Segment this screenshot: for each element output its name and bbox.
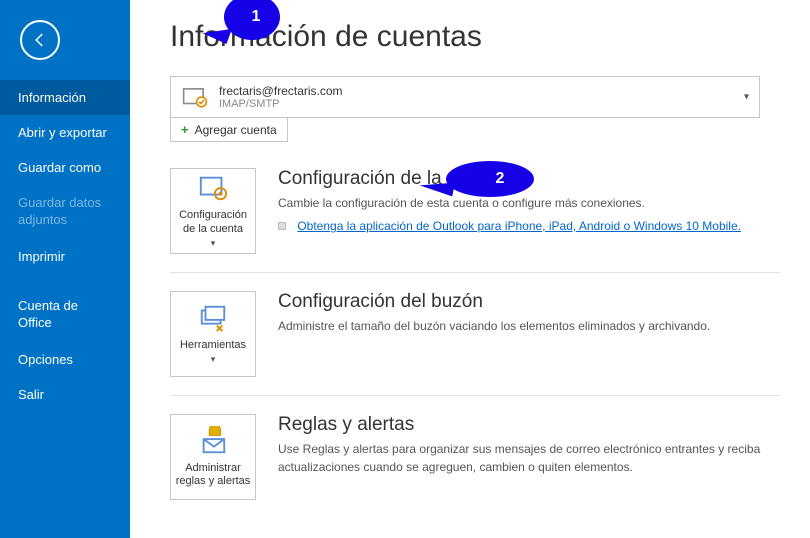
rules-alerts-icon [198,426,228,456]
plus-icon: + [181,122,189,137]
section-description: Use Reglas y alertas para organizar sus … [278,440,780,476]
sidebar-item-abrir-exportar[interactable]: Abrir y exportar [0,115,130,150]
section-description: Cambie la configuración de esta cuenta o… [278,194,780,212]
tile-label: Administrar reglas y alertas [175,462,251,488]
arrow-left-icon [31,31,49,49]
tile-reglas-alertas[interactable]: Administrar reglas y alertas [170,414,256,500]
account-icon [181,83,209,111]
sidebar-item-salir[interactable]: Salir [0,377,130,412]
chevron-down-icon: ▾ [211,354,216,365]
section-title: Reglas y alertas [278,414,780,436]
sidebar-item-guardar-datos-adjuntos: Guardar datos adjuntos [0,185,130,239]
account-protocol: IMAP/SMTP [219,98,343,110]
tile-label: Configuración de la cuenta [175,209,251,235]
chevron-down-icon: ▾ [211,238,216,249]
tile-label: Herramientas [180,339,246,352]
account-selector[interactable]: frectaris@frectaris.com IMAP/SMTP ▾ [170,76,760,118]
sidebar-item-imprimir[interactable]: Imprimir [0,239,130,274]
chevron-down-icon: ▾ [744,92,749,103]
tools-icon [198,303,228,333]
sidebar-item-opciones[interactable]: Opciones [0,342,130,377]
backstage-sidebar: Información Abrir y exportar Guardar com… [0,0,130,538]
sidebar-item-guardar-como[interactable]: Guardar como [0,150,130,185]
section-mailbox-config: Herramientas ▾ Configuración del buzón A… [170,272,780,377]
section-account-config: Configuración de la cuenta ▾ Configuraci… [170,168,780,254]
section-title: Configuración del buzón [278,291,780,313]
back-button[interactable] [20,20,60,60]
content-pane: Información de cuentas frectaris@frectar… [130,0,810,538]
account-settings-icon [198,173,228,203]
bullet-icon [278,222,286,230]
outlook-mobile-link[interactable]: Obtenga la aplicación de Outlook para iP… [297,219,741,233]
tile-configuracion-cuenta[interactable]: Configuración de la cuenta ▾ [170,168,256,254]
page-title: Información de cuentas [170,20,780,54]
sidebar-item-cuenta-office[interactable]: Cuenta de Office [0,288,130,342]
add-account-button[interactable]: + Agregar cuenta [170,118,288,142]
section-title: Configuración de la cuenta [278,168,780,190]
account-email: frectaris@frectaris.com [219,84,343,98]
section-rules-alerts: Administrar reglas y alertas Reglas y al… [170,395,780,500]
section-description: Administre el tamaño del buzón vaciando … [278,317,780,335]
sidebar-item-informacion[interactable]: Información [0,80,130,115]
add-account-label: Agregar cuenta [195,123,277,137]
tile-herramientas[interactable]: Herramientas ▾ [170,291,256,377]
